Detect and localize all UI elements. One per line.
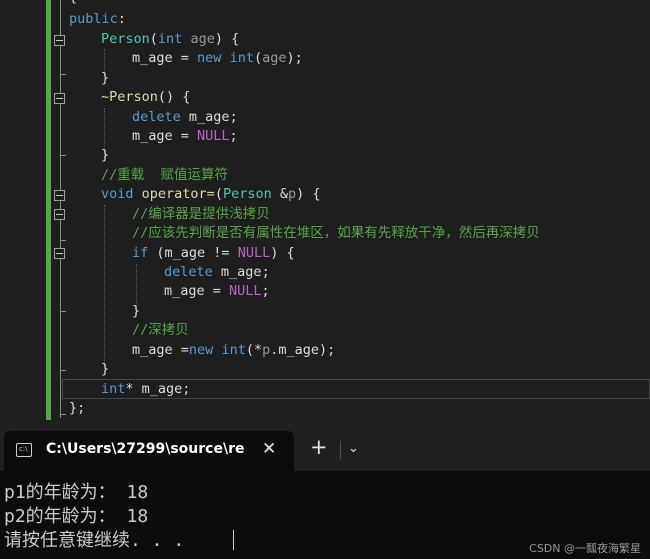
terminal-window[interactable]: c:\ C:\Users\27299\source\repos\ ✕ + ⌄ p… <box>0 423 650 559</box>
terminal-output-line: p1的年龄为： 18 <box>4 482 149 503</box>
code-line[interactable]: public: <box>69 10 126 30</box>
code-line[interactable]: //深拷贝 <box>132 321 189 341</box>
collapse-constructor-icon[interactable] <box>54 35 65 46</box>
code-line[interactable]: } <box>101 360 109 380</box>
code-line[interactable]: Person(int age) { <box>101 30 239 50</box>
fold-end-destructor <box>60 155 66 156</box>
fold-end-operator <box>60 370 66 371</box>
close-icon[interactable]: ✕ <box>262 439 276 459</box>
chevron-down-icon[interactable]: ⌄ <box>348 441 359 456</box>
terminal-output-line: p2的年龄为： 18 <box>4 506 149 527</box>
watermark: CSDN @一瓢夜海繁星 <box>529 542 641 555</box>
tab-divider <box>340 441 341 459</box>
code-line[interactable]: //重载 赋值运算符 <box>101 166 228 186</box>
editor-margin <box>0 0 46 423</box>
code-line[interactable]: ~Person() { <box>101 88 190 108</box>
code-line[interactable]: m_age = NULL; <box>164 282 270 302</box>
console-icon: c:\ <box>16 443 32 457</box>
code-line[interactable]: int* m_age; <box>101 380 190 400</box>
code-line[interactable]: //编译器是提供浅拷贝 <box>132 205 270 225</box>
collapse-destructor-icon[interactable] <box>54 93 65 104</box>
code-line[interactable]: m_age = NULL; <box>132 127 238 147</box>
code-line[interactable]: if (m_age != NULL) { <box>132 244 295 264</box>
fold-end-comment <box>60 240 66 241</box>
code-line[interactable]: //应该先判断是否有属性在堆区，如果有先释放干净，然后再深拷贝 <box>132 224 540 244</box>
code-line[interactable]: void operator=(Person &p) { <box>101 185 321 205</box>
collapse-comment-icon[interactable] <box>54 209 65 220</box>
code-line[interactable]: m_age =new int(*p.m_age); <box>132 341 335 361</box>
code-line[interactable]: delete m_age; <box>132 108 238 128</box>
tab-title: C:\Users\27299\source\repos\ <box>46 441 244 457</box>
code-line[interactable]: m_age = new int(age); <box>132 49 303 69</box>
code-line[interactable]: { <box>69 0 77 8</box>
terminal-tab-bar: c:\ C:\Users\27299\source\repos\ ✕ + ⌄ <box>0 423 650 471</box>
collapse-operator-icon[interactable] <box>54 190 65 201</box>
code-line[interactable]: } <box>101 146 109 166</box>
text-cursor <box>233 530 234 550</box>
collapse-if-icon[interactable] <box>54 248 65 259</box>
fold-end-if <box>60 311 66 312</box>
fold-end-constructor <box>60 74 66 75</box>
code-line[interactable]: delete m_age; <box>164 263 270 283</box>
code-line[interactable]: }; <box>69 399 85 419</box>
new-tab-button[interactable]: + <box>310 437 328 458</box>
code-line[interactable]: } <box>132 302 140 322</box>
code-editor[interactable]: { public: Person(int age) { m_age = new … <box>0 0 650 423</box>
terminal-output-line: 请按任意键继续. . . <box>4 530 185 551</box>
indent-guide <box>104 205 105 371</box>
terminal-tab[interactable]: c:\ C:\Users\27299\source\repos\ ✕ <box>4 431 294 471</box>
code-line[interactable]: } <box>101 69 109 89</box>
fold-end-class <box>60 414 66 415</box>
outlining-margin <box>51 0 69 423</box>
